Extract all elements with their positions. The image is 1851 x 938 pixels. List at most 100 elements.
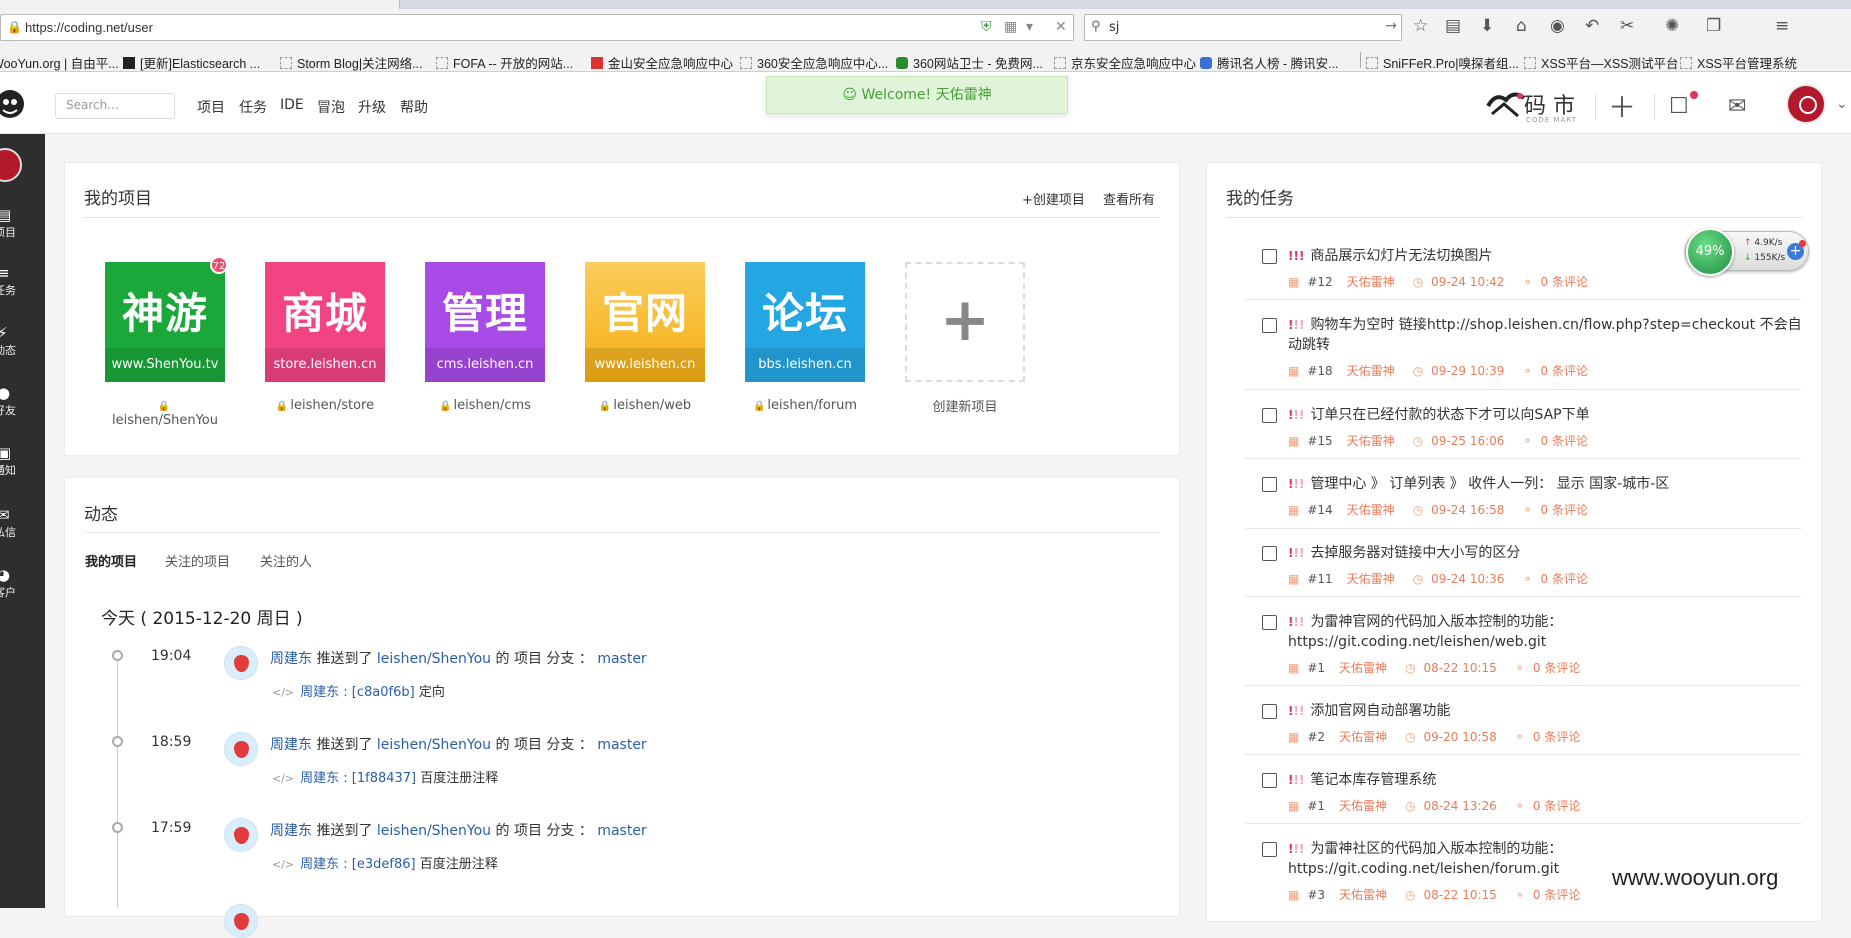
task-checkbox[interactable] (1262, 318, 1277, 333)
bookmark-item[interactable]: FOFA -- 开放的网站... (436, 53, 573, 72)
nav-ide[interactable]: IDE (280, 97, 304, 113)
bookmark-item[interactable]: WooYun.org | 自由平... (0, 53, 119, 72)
task-title[interactable]: !!! 购物车为空时 链接http://shop.leishen.cn/flow.… (1288, 315, 1808, 355)
bookmark-item[interactable]: 360网站卫士 - 免费网... (896, 53, 1043, 72)
task-title[interactable]: !!! 笔记本库存管理系统 (1288, 770, 1808, 790)
memory-percent[interactable]: 49% (1686, 228, 1734, 276)
close-icon[interactable]: ✕ (1055, 19, 1067, 35)
app-search-input[interactable]: Search... (55, 93, 175, 119)
bookmark-item[interactable]: [更新]Elasticsearch ... (123, 53, 260, 72)
user-avatar[interactable] (1786, 84, 1826, 124)
project-name[interactable]: 🔒 leishen/forum (745, 398, 865, 413)
event-repo-link[interactable]: leishen/ShenYou (377, 823, 491, 839)
create-project-button[interactable]: + (905, 262, 1025, 382)
task-checkbox[interactable] (1262, 704, 1277, 719)
address-bar[interactable]: 🔒 https://coding.net/user ⛨ ▦ ▾ ✕ (0, 14, 1074, 41)
commit-link[interactable]: 周建东 : [1f88437] (300, 771, 416, 786)
event-branch-link[interactable]: master (597, 651, 646, 667)
project-tile[interactable]: 商城 store.leishen.cn (265, 262, 385, 382)
commit-link[interactable]: 周建东 : [e3def86] (300, 857, 415, 872)
network-speed-widget[interactable]: 49% ↑ 4.9K/s ↓ 155K/s + (1685, 228, 1809, 276)
commit-link[interactable]: 周建东 : [c8a0f6b] (300, 685, 415, 700)
event-user-link[interactable]: 周建东 (270, 651, 312, 667)
reader-icon[interactable]: ▤ (1445, 16, 1461, 36)
event-branch-link[interactable]: master (597, 823, 646, 839)
task-checkbox[interactable] (1262, 546, 1277, 561)
tab-followed-people[interactable]: 关注的人 (260, 551, 312, 570)
bookmark-item[interactable]: XSS平台—XSS测试平台 (1524, 53, 1679, 72)
event-user-link[interactable]: 周建东 (270, 823, 312, 839)
tab-my-projects[interactable]: 我的项目 (85, 551, 137, 570)
project-name[interactable]: 🔒 leishen/store (265, 398, 385, 413)
task-title[interactable]: !!! 添加官网自动部署功能 (1288, 701, 1808, 721)
task-checkbox[interactable] (1262, 842, 1277, 857)
task-title[interactable]: !!! 订单只在已经付款的状态下才可以向SAP下单 (1288, 405, 1808, 425)
project-name[interactable]: 🔒leishen/ShenYou (105, 398, 225, 428)
create-project-link[interactable]: +创建项目 (1022, 189, 1085, 208)
bookmark-item[interactable]: 京东安全应急响应中心 (1054, 53, 1196, 72)
view-all-link[interactable]: 查看所有 (1103, 189, 1155, 208)
bookmark-item[interactable]: XSS平台管理系统 (1680, 53, 1797, 72)
chevron-down-icon[interactable]: ⌄ (1836, 96, 1848, 112)
download-icon[interactable]: ⬇ (1480, 16, 1494, 36)
nav-upgrade[interactable]: 升级 (358, 97, 386, 117)
avatar[interactable] (224, 904, 258, 938)
sidebar-item-messages[interactable]: ✉私信 (0, 506, 45, 540)
qr-icon[interactable]: ▦ (1004, 19, 1017, 35)
sidebar-item-notifications[interactable]: ▣通知 (0, 444, 45, 478)
project-tile[interactable]: 官网 www.leishen.cn (585, 262, 705, 382)
event-user-link[interactable]: 周建东 (270, 737, 312, 753)
avatar[interactable] (224, 646, 258, 680)
bug-icon[interactable]: ✺ (1665, 16, 1679, 36)
browser-search-box[interactable]: ⚲ sj → (1084, 14, 1402, 41)
sidebar-item-activity[interactable]: ⚡动态 (0, 324, 45, 358)
task-checkbox[interactable] (1262, 615, 1277, 630)
mail-icon[interactable]: ✉ (1728, 94, 1746, 119)
bookmark-item[interactable]: SniFFeR.Pro|嗅探者组... (1366, 53, 1519, 72)
project-tile[interactable]: 论坛 bbs.leishen.cn (745, 262, 865, 382)
dropdown-icon[interactable]: ▾ (1026, 19, 1033, 35)
project-card-shenyou[interactable]: 神游 www.ShenYou.tv 🔒leishen/ShenYou (105, 262, 225, 428)
nav-projects[interactable]: 项目 (197, 97, 225, 117)
codemart-brand[interactable]: 码 市 CODE MART (1484, 84, 1594, 128)
sidebar-item-friends[interactable]: ●好友 (0, 384, 45, 418)
chat-icon[interactable]: ◉ (1550, 16, 1565, 36)
nav-help[interactable]: 帮助 (400, 97, 428, 117)
bookmark-item[interactable]: 360安全应急响应中心... (740, 53, 888, 72)
project-tile[interactable]: 神游 www.ShenYou.tv (105, 262, 225, 382)
project-name[interactable]: 🔒 leishen/web (585, 398, 705, 413)
home-icon[interactable]: ⌂ (1516, 16, 1527, 36)
browser-tab[interactable] (0, 0, 400, 9)
undo-icon[interactable]: ↶ (1585, 16, 1599, 36)
task-checkbox[interactable] (1262, 249, 1277, 264)
nav-tasks[interactable]: 任务 (239, 97, 267, 117)
sidebar-avatar[interactable] (0, 148, 22, 182)
event-repo-link[interactable]: leishen/ShenYou (377, 737, 491, 753)
coding-logo-icon[interactable] (0, 88, 32, 122)
bookmark-item[interactable]: Storm Blog|关注网络... (280, 53, 423, 72)
project-card-store[interactable]: 商城 store.leishen.cn 🔒 leishen/store (265, 262, 385, 413)
event-repo-link[interactable]: leishen/ShenYou (377, 651, 491, 667)
project-card-forum[interactable]: 论坛 bbs.leishen.cn 🔒 leishen/forum (745, 262, 865, 413)
task-title[interactable]: !!! 管理中心 》 订单列表 》 收件人一列： 显示 国家-城市-区 (1288, 474, 1808, 494)
crop-icon[interactable]: ✂ (1620, 16, 1634, 36)
sidebar-item-clients[interactable]: ◕客户 (0, 566, 45, 600)
go-arrow-icon[interactable]: → (1385, 18, 1397, 34)
project-name[interactable]: 🔒 leishen/cms (425, 398, 545, 413)
project-card-web[interactable]: 官网 www.leishen.cn 🔒 leishen/web (585, 262, 705, 413)
bookmark-item[interactable]: 腾讯名人榜 - 腾讯安... (1200, 53, 1339, 72)
avatar[interactable] (224, 732, 258, 766)
tab-followed-projects[interactable]: 关注的项目 (165, 551, 230, 570)
plus-icon[interactable]: ＋ (1608, 86, 1636, 126)
inbox-icon[interactable]: ☐ (1669, 94, 1689, 119)
window-icon[interactable]: ❐ (1706, 16, 1721, 36)
bookmark-item[interactable]: 金山安全应急响应中心 (591, 53, 733, 72)
avatar[interactable] (224, 818, 258, 852)
project-tile[interactable]: 管理 cms.leishen.cn (425, 262, 545, 382)
event-branch-link[interactable]: master (597, 737, 646, 753)
shield-icon[interactable]: ⛨ (981, 19, 992, 35)
nav-tweets[interactable]: 冒泡 (317, 97, 345, 117)
sidebar-item-tasks[interactable]: ≡任务 (0, 264, 45, 298)
sidebar-item-projects[interactable]: ▤项目 (0, 206, 45, 240)
task-title[interactable]: !!! 为雷神官网的代码加入版本控制的功能： https://git.coding… (1288, 612, 1808, 652)
